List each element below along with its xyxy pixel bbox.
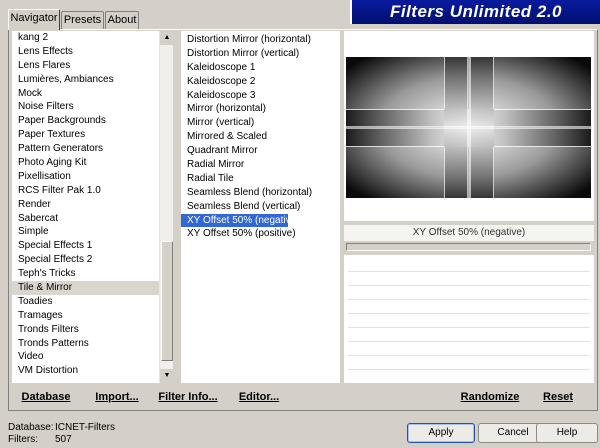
category-item[interactable]: Lumières, Ambiances xyxy=(12,73,173,87)
preview-title: XY Offset 50% (negative) xyxy=(344,225,594,241)
reset-button[interactable]: Reset xyxy=(540,387,576,408)
tab-presets[interactable]: Presets xyxy=(61,11,104,29)
filter-item[interactable]: Quadrant Mirror xyxy=(181,144,340,158)
database-button[interactable]: Database xyxy=(18,387,74,408)
parameter-area xyxy=(344,255,594,383)
filter-list[interactable]: Distortion Mirror (horizontal) Distortion… xyxy=(181,31,340,383)
filter-item[interactable]: XY Offset 50% (negative) xyxy=(181,213,299,228)
tab-about[interactable]: About xyxy=(105,11,139,29)
category-item[interactable]: Tramages xyxy=(12,309,173,323)
tab-navigator[interactable]: Navigator xyxy=(8,9,60,30)
category-item[interactable]: Photo Aging Kit xyxy=(12,156,173,170)
arrow-down-icon[interactable]: ▼ xyxy=(160,369,174,383)
category-item[interactable]: Teph's Tricks xyxy=(12,267,173,281)
category-item[interactable]: kang 2 xyxy=(12,31,173,45)
category-item[interactable]: Paper Textures xyxy=(12,128,173,142)
filter-item[interactable]: Kaleidoscope 2 xyxy=(181,75,340,89)
app-title: Filters Unlimited 2.0 xyxy=(350,0,600,24)
filter-item[interactable]: Kaleidoscope 1 xyxy=(181,61,340,75)
filter-item[interactable]: Mirror (horizontal) xyxy=(181,102,340,116)
category-item[interactable]: Special Effects 1 xyxy=(12,239,173,253)
arrow-up-icon[interactable]: ▲ xyxy=(160,31,174,45)
category-item[interactable]: Paper Backgrounds xyxy=(12,114,173,128)
category-item[interactable]: RCS Filter Pak 1.0 xyxy=(12,184,173,198)
category-item[interactable]: Tronds Patterns xyxy=(12,337,173,351)
category-item[interactable]: Render xyxy=(12,198,173,212)
category-item[interactable]: Pattern Generators xyxy=(12,142,173,156)
status-filters-label: Filters: xyxy=(8,434,38,445)
filter-item[interactable]: XY Offset 50% (positive) xyxy=(181,227,340,241)
category-item[interactable]: Tronds Filters xyxy=(12,323,173,337)
category-item[interactable]: Toadies xyxy=(12,295,173,309)
filter-item[interactable]: Seamless Blend (vertical) xyxy=(181,200,340,214)
scrollbar-thumb[interactable] xyxy=(161,241,173,361)
category-item[interactable]: Simple xyxy=(12,225,173,239)
preview-image xyxy=(346,57,591,198)
category-item[interactable]: Special Effects 2 xyxy=(12,253,173,267)
import-button[interactable]: Import... xyxy=(92,387,142,408)
category-item[interactable]: Mock xyxy=(12,87,173,101)
filter-info-button[interactable]: Filter Info... xyxy=(158,387,218,408)
status-filters-value: 507 xyxy=(55,434,72,445)
filter-item[interactable]: Distortion Mirror (horizontal) xyxy=(181,33,340,47)
category-item[interactable]: Lens Effects xyxy=(12,45,173,59)
filter-item[interactable]: Mirrored & Scaled xyxy=(181,130,340,144)
category-scrollbar[interactable]: ▲ ▼ xyxy=(159,31,174,383)
category-item[interactable]: Sabercat xyxy=(12,212,173,226)
help-button[interactable]: Help xyxy=(536,423,598,443)
status-database-value: ICNET-Filters xyxy=(55,422,115,433)
category-item[interactable]: Noise Filters xyxy=(12,100,173,114)
category-item[interactable]: Pixellisation xyxy=(12,170,173,184)
category-item[interactable]: Lens Flares xyxy=(12,59,173,73)
filter-item[interactable]: Seamless Blend (horizontal) xyxy=(181,186,340,200)
filter-item[interactable]: Radial Mirror xyxy=(181,158,340,172)
status-database-label: Database: xyxy=(8,422,54,433)
category-item[interactable]: Tile & Mirror xyxy=(12,281,173,295)
filter-item[interactable]: Distortion Mirror (vertical) xyxy=(181,47,340,61)
preview-progress-bar xyxy=(346,243,591,251)
editor-button[interactable]: Editor... xyxy=(236,387,282,408)
filter-item[interactable]: Radial Tile xyxy=(181,172,340,186)
category-list[interactable]: kang 2 Lens Effects Lens Flares Lumières, A… xyxy=(12,31,173,383)
category-item[interactable]: Video xyxy=(12,350,173,364)
filter-item[interactable]: Kaleidoscope 3 xyxy=(181,89,340,103)
category-item[interactable]: VM Distortion xyxy=(12,364,173,378)
filter-item[interactable]: Mirror (vertical) xyxy=(181,116,340,130)
apply-button[interactable]: Apply xyxy=(407,423,475,443)
randomize-button[interactable]: Randomize xyxy=(458,387,522,408)
